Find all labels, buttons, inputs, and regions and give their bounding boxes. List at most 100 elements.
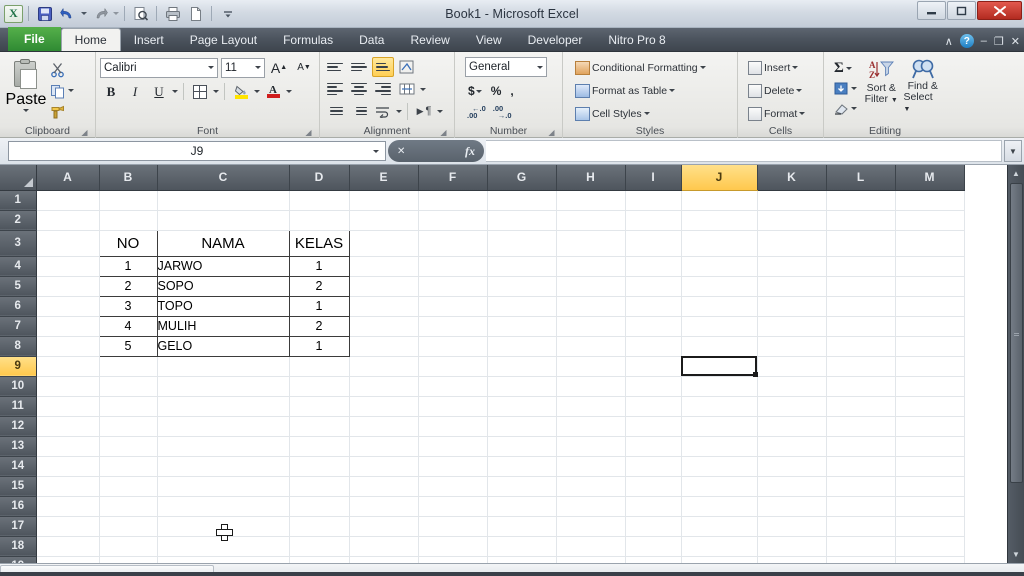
cell-J3[interactable]: [681, 230, 758, 257]
cell-M4[interactable]: [895, 256, 965, 277]
cell-I14[interactable]: [625, 456, 682, 477]
cell-H1[interactable]: [556, 190, 626, 211]
cell-E14[interactable]: [349, 456, 419, 477]
row-header-6[interactable]: 6: [0, 296, 37, 317]
row-header-1[interactable]: 1: [0, 190, 37, 211]
insert-cells-dropdown-icon[interactable]: [792, 66, 799, 69]
row-header-8[interactable]: 8: [0, 336, 37, 357]
row-header-11[interactable]: 11: [0, 396, 37, 417]
cell-C7[interactable]: MULIH: [156, 315, 290, 337]
merge-center-dropdown-icon[interactable]: [420, 87, 426, 91]
row-header-2[interactable]: 2: [0, 210, 37, 231]
grow-font-button[interactable]: A ▲: [268, 57, 290, 78]
tab-page-layout[interactable]: Page Layout: [177, 29, 270, 51]
cell-H7[interactable]: [556, 316, 626, 337]
collapse-ribbon-icon[interactable]: ∧: [945, 35, 953, 48]
cell-A18[interactable]: [36, 536, 100, 557]
cell-K17[interactable]: [757, 516, 827, 537]
cell-M9[interactable]: [895, 356, 965, 377]
cell-B11[interactable]: [99, 396, 158, 417]
cell-H6[interactable]: [556, 296, 626, 317]
cell-J19[interactable]: [681, 556, 758, 563]
cell-M16[interactable]: [895, 496, 965, 517]
cell-B10[interactable]: [99, 376, 158, 397]
cell-G17[interactable]: [487, 516, 557, 537]
row-header-14[interactable]: 14: [0, 456, 37, 477]
cell-G5[interactable]: [487, 276, 557, 297]
cell-B18[interactable]: [99, 536, 158, 557]
column-header-c[interactable]: C: [157, 165, 290, 191]
column-header-e[interactable]: E: [349, 165, 419, 191]
autosum-button[interactable]: Σ: [832, 59, 859, 78]
cell-C4[interactable]: JARWO: [156, 255, 290, 277]
column-header-f[interactable]: F: [418, 165, 488, 191]
cell-A16[interactable]: [36, 496, 100, 517]
align-right-button[interactable]: [372, 79, 394, 99]
align-top-button[interactable]: [324, 57, 346, 77]
cell-I13[interactable]: [625, 436, 682, 457]
cell-E11[interactable]: [349, 396, 419, 417]
row-header-7[interactable]: 7: [0, 316, 37, 337]
underline-button[interactable]: U: [148, 81, 170, 102]
cell-I4[interactable]: [625, 256, 682, 277]
cell-C10[interactable]: [157, 376, 290, 397]
cell-H2[interactable]: [556, 210, 626, 231]
orientation-button[interactable]: [396, 57, 418, 77]
cancel-formula-icon[interactable]: ✕: [397, 146, 405, 157]
cell-K5[interactable]: [757, 276, 827, 297]
cell-K19[interactable]: [757, 556, 827, 563]
cell-B9[interactable]: [99, 356, 158, 377]
cell-E12[interactable]: [349, 416, 419, 437]
cell-D2[interactable]: [289, 210, 350, 231]
cell-I17[interactable]: [625, 516, 682, 537]
cell-K2[interactable]: [757, 210, 827, 231]
column-header-m[interactable]: M: [895, 165, 965, 191]
tab-developer[interactable]: Developer: [515, 29, 596, 51]
cell-M15[interactable]: [895, 476, 965, 497]
format-cells-dropdown-icon[interactable]: [799, 112, 806, 115]
column-header-d[interactable]: D: [289, 165, 350, 191]
cell-I2[interactable]: [625, 210, 682, 231]
cell-A9[interactable]: [36, 356, 100, 377]
column-header-a[interactable]: A: [36, 165, 100, 191]
delete-cells-dropdown-icon[interactable]: [796, 89, 803, 92]
cell-A11[interactable]: [36, 396, 100, 417]
cell-H19[interactable]: [556, 556, 626, 563]
clear-button[interactable]: [832, 99, 859, 118]
new-document-icon[interactable]: [185, 3, 206, 24]
format-as-table-dropdown-icon[interactable]: [669, 89, 676, 92]
decrease-decimal-button[interactable]: .00 →.0: [493, 105, 512, 120]
cell-K8[interactable]: [757, 336, 827, 357]
cell-B19[interactable]: [99, 556, 158, 563]
cell-L10[interactable]: [826, 376, 896, 397]
number-format-select[interactable]: General: [465, 57, 547, 77]
cell-L19[interactable]: [826, 556, 896, 563]
cell-C18[interactable]: [157, 536, 290, 557]
fill-color-button[interactable]: [230, 81, 252, 102]
cell-styles-button[interactable]: Cell Styles: [573, 104, 652, 123]
print-preview-icon[interactable]: [130, 3, 151, 24]
cell-G1[interactable]: [487, 190, 557, 211]
workbook-minimize-icon[interactable]: –: [981, 35, 987, 47]
cell-F4[interactable]: [418, 256, 488, 277]
cell-K12[interactable]: [757, 416, 827, 437]
cell-I18[interactable]: [625, 536, 682, 557]
cell-J8[interactable]: [681, 336, 758, 357]
expand-formula-bar-icon[interactable]: ▼: [1004, 140, 1022, 162]
row-header-12[interactable]: 12: [0, 416, 37, 437]
cell-A3[interactable]: [36, 230, 100, 257]
cell-M6[interactable]: [895, 296, 965, 317]
cell-D15[interactable]: [289, 476, 350, 497]
underline-dropdown-icon[interactable]: [172, 90, 178, 93]
row-header-4[interactable]: 4: [0, 256, 37, 277]
row-header-9[interactable]: 9: [0, 356, 37, 377]
delete-cells-button[interactable]: Delete: [746, 81, 804, 100]
cell-K11[interactable]: [757, 396, 827, 417]
paste-dropdown-icon[interactable]: [23, 109, 29, 112]
cut-button[interactable]: [48, 60, 76, 79]
cell-A12[interactable]: [36, 416, 100, 437]
borders-button[interactable]: [189, 81, 211, 102]
cell-B1[interactable]: [99, 190, 158, 211]
decrease-indent-button[interactable]: [324, 101, 346, 121]
cell-E9[interactable]: [349, 356, 419, 377]
